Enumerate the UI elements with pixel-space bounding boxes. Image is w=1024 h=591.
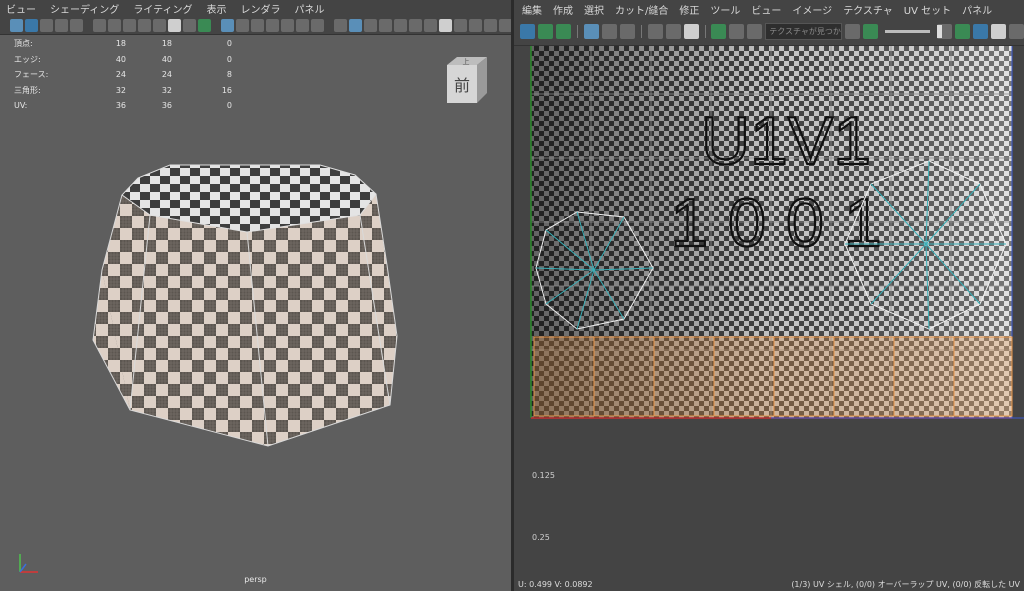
uv-face-icon[interactable] <box>556 24 571 39</box>
camera-name-label: persp <box>244 575 267 584</box>
ruler-label-0125: 0.125 <box>532 471 555 480</box>
uv-menu-tools[interactable]: ツール <box>710 2 740 17</box>
uv-menu-textures[interactable]: テクスチャ <box>843 2 893 17</box>
uv-menu-cut-sew[interactable]: カット/縫合 <box>615 2 668 17</box>
uv-menu-modify[interactable]: 修正 <box>679 2 699 17</box>
pixel-snap-icon[interactable] <box>665 24 681 39</box>
viewcube-front-label: 前 <box>454 76 470 95</box>
exposure-slider[interactable] <box>885 25 943 38</box>
ruler-label-025: 0.25 <box>532 533 550 542</box>
uv-menu-select[interactable]: 選択 <box>584 2 604 17</box>
uv-editor: 編集 作成 選択 カット/縫合 修正 ツール ビュー イメージ テクスチャ UV… <box>514 0 1024 591</box>
toolbar-divider <box>704 25 706 38</box>
exposure-icon[interactable] <box>845 24 861 39</box>
viewcube-top-label: 上 <box>463 57 470 66</box>
grid-toggle-icon[interactable] <box>647 24 663 39</box>
shaded-uv-icon[interactable] <box>601 24 617 39</box>
alpha-icon[interactable] <box>973 24 988 39</box>
checker-display-icon[interactable] <box>955 24 970 39</box>
frustum-mesh[interactable] <box>0 0 511 591</box>
uv-coordinate-readout: U: 0.499 V: 0.0892 <box>518 579 593 589</box>
toolbar-divider <box>577 25 578 38</box>
tile-label-1001: 1001 <box>670 185 901 261</box>
uv-menu-uvsets[interactable]: UV セット <box>904 2 951 17</box>
display-image-icon[interactable] <box>711 24 727 39</box>
checker-tile-icon[interactable] <box>729 24 745 39</box>
uv-vertex-icon[interactable] <box>538 24 553 39</box>
distortion-icon[interactable] <box>619 24 635 39</box>
viewcube[interactable]: 上 前 <box>443 57 487 103</box>
wireframe-toggle-icon[interactable] <box>583 24 599 39</box>
close-texture-icon[interactable] <box>991 24 1006 39</box>
uv-selection-info: (1/3) UV シェル, (0/0) オーバーラップ UV, (0/0) 反転… <box>791 579 1020 589</box>
uv-menubar: 編集 作成 選択 カット/縫合 修正 ツール ビュー イメージ テクスチャ UV… <box>514 0 1024 18</box>
perspective-viewport[interactable]: ビュー シェーディング ライティング 表示 レンダラ パネル 頂点: 18 18… <box>0 0 511 591</box>
uv-toolbar: テクスチャが見つかり... <box>514 18 1024 46</box>
image-ratio-icon[interactable] <box>863 24 879 39</box>
uv-menu-create[interactable]: 作成 <box>553 2 573 17</box>
uv-menu-image[interactable]: イメージ <box>792 2 832 17</box>
snapshot-icon[interactable] <box>683 24 699 39</box>
psd-icon[interactable] <box>1009 24 1024 39</box>
uv-menu-view[interactable]: ビュー <box>751 2 781 17</box>
uv-menu-edit[interactable]: 編集 <box>522 2 542 17</box>
uv-view[interactable]: U1V1 1001 0.125 0.25 <box>514 46 1024 577</box>
toolbar-divider <box>640 25 642 38</box>
texture-search-field[interactable]: テクスチャが見つかり... <box>765 23 843 40</box>
uv-status-bar: U: 0.499 V: 0.0892 (1/3) UV シェル, (0/0) オ… <box>514 577 1024 591</box>
uv-menu-panels[interactable]: パネル <box>962 2 992 17</box>
slider-knob[interactable] <box>937 25 943 38</box>
dropdown-arrow-icon[interactable] <box>747 24 763 39</box>
uv-shell-icon[interactable] <box>520 24 535 39</box>
tile-label-u1v1: U1V1 <box>701 103 871 179</box>
uv-shell-side-strip[interactable] <box>533 336 1013 417</box>
